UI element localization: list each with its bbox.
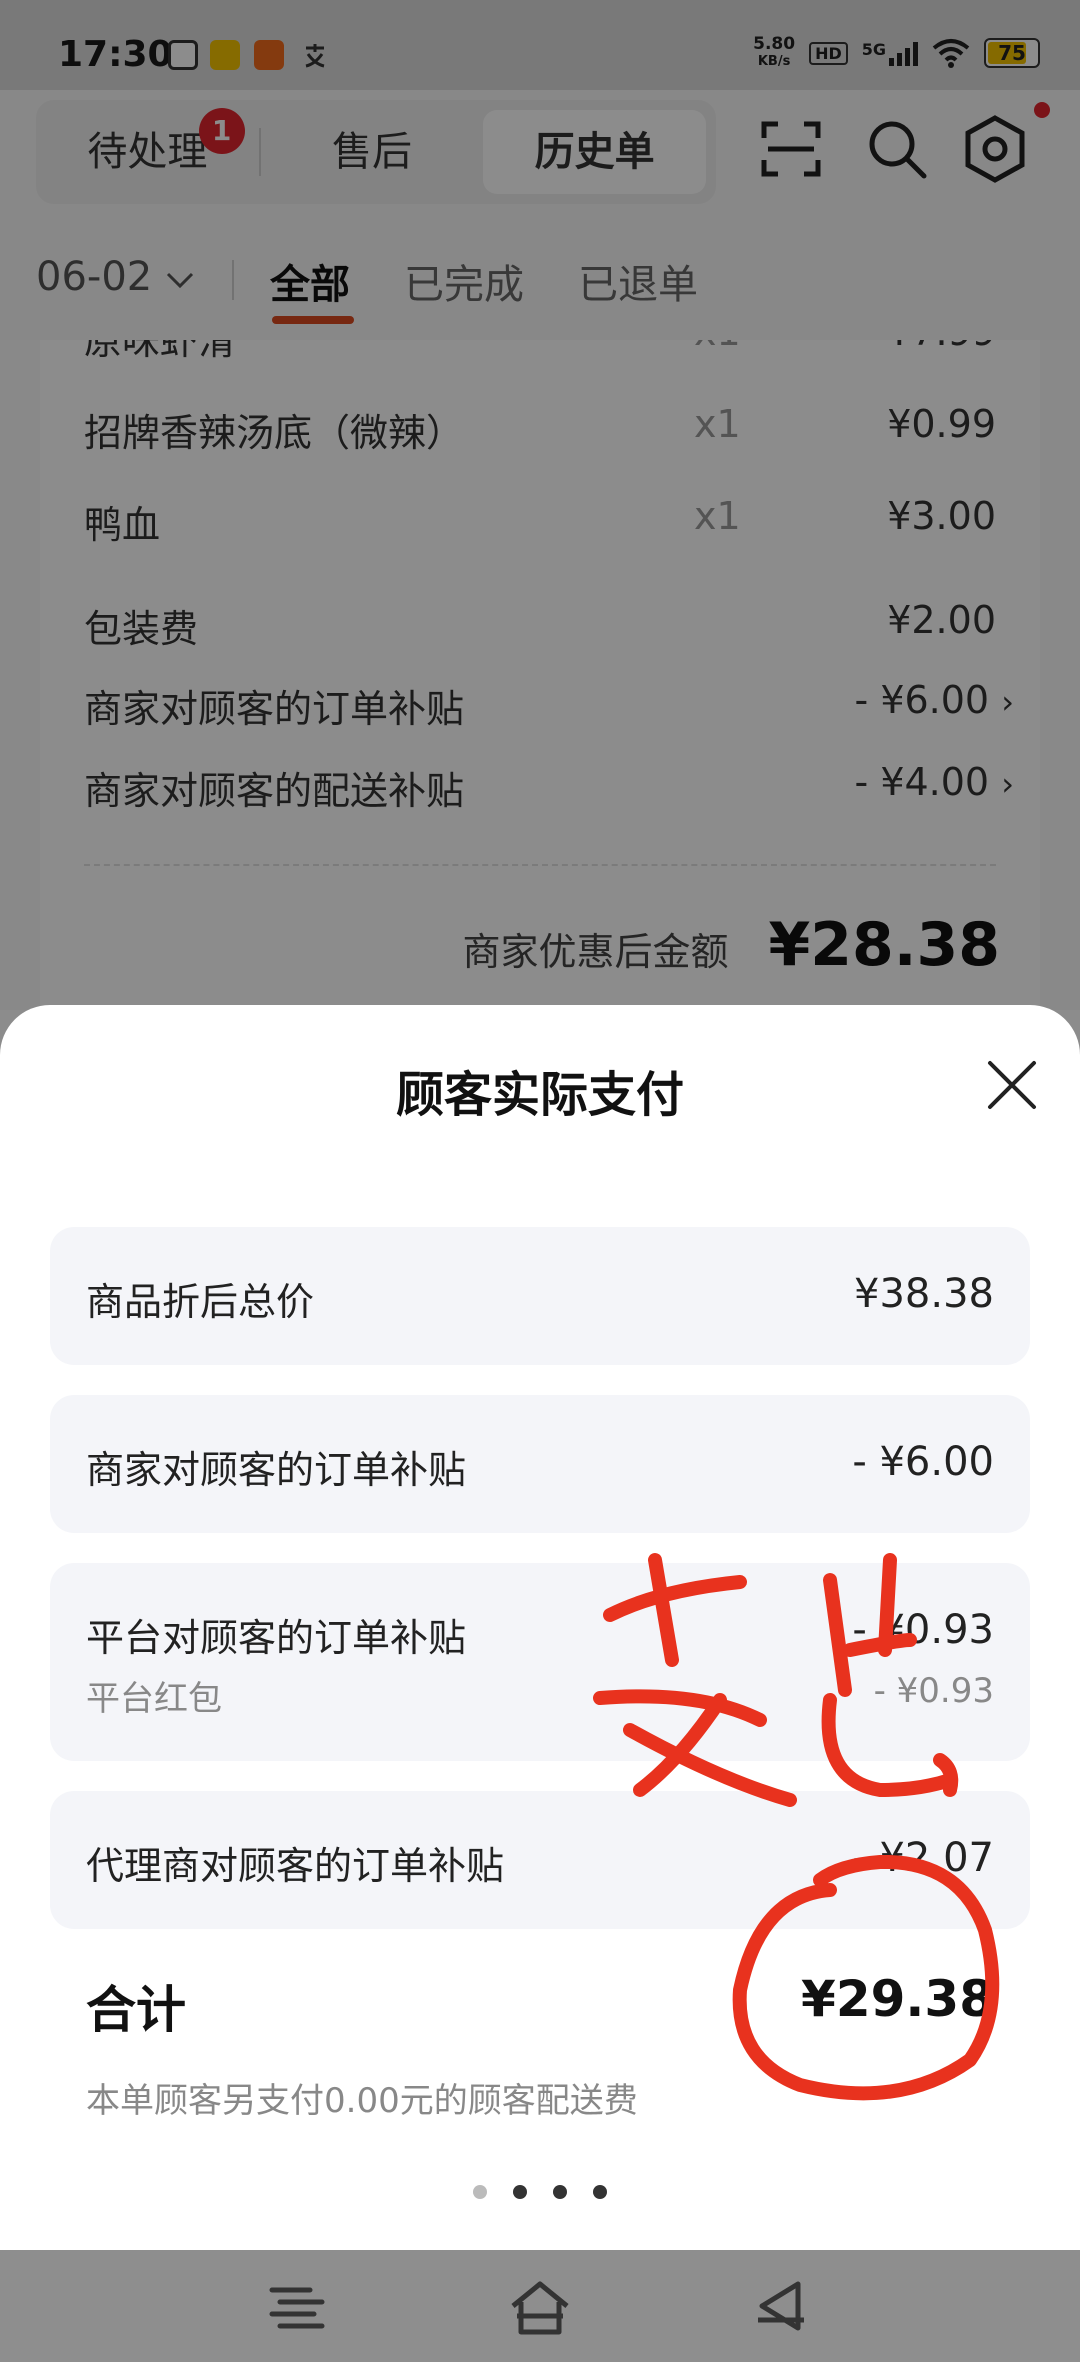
sum-label: 合计	[86, 1981, 186, 2039]
menu-icon[interactable]	[262, 2272, 332, 2342]
row-merchant-subsidy: 商家对顾客的订单补贴 - ¥6.00	[50, 1395, 1030, 1533]
row-platform-subsidy: 平台对顾客的订单补贴 - ¥0.93 平台红包 - ¥0.93	[50, 1563, 1030, 1761]
modal-backdrop[interactable]	[0, 0, 1080, 1010]
delivery-fee-note: 本单顾客另支付0.00元的顾客配送费	[86, 2081, 638, 2121]
system-nav-bar	[0, 2250, 1080, 2362]
home-icon[interactable]	[505, 2272, 575, 2342]
row-agent-subsidy: 代理商对顾客的订单补贴 - ¥2.07	[50, 1791, 1030, 1929]
page-dot	[513, 2185, 527, 2199]
sum-value: ¥29.38	[801, 1970, 994, 2028]
page-dot	[593, 2185, 607, 2199]
page-indicator	[0, 2185, 1080, 2199]
close-icon[interactable]	[982, 1055, 1042, 1115]
page-dot	[553, 2185, 567, 2199]
customer-payment-sheet: 顾客实际支付 商品折后总价 ¥38.38 商家对顾客的订单补贴 - ¥6.00 …	[0, 1005, 1080, 2250]
sheet-title: 顾客实际支付	[395, 1067, 684, 1123]
back-icon[interactable]	[748, 2272, 818, 2342]
page-dot	[473, 2185, 487, 2199]
row-goods-total: 商品折后总价 ¥38.38	[50, 1227, 1030, 1365]
